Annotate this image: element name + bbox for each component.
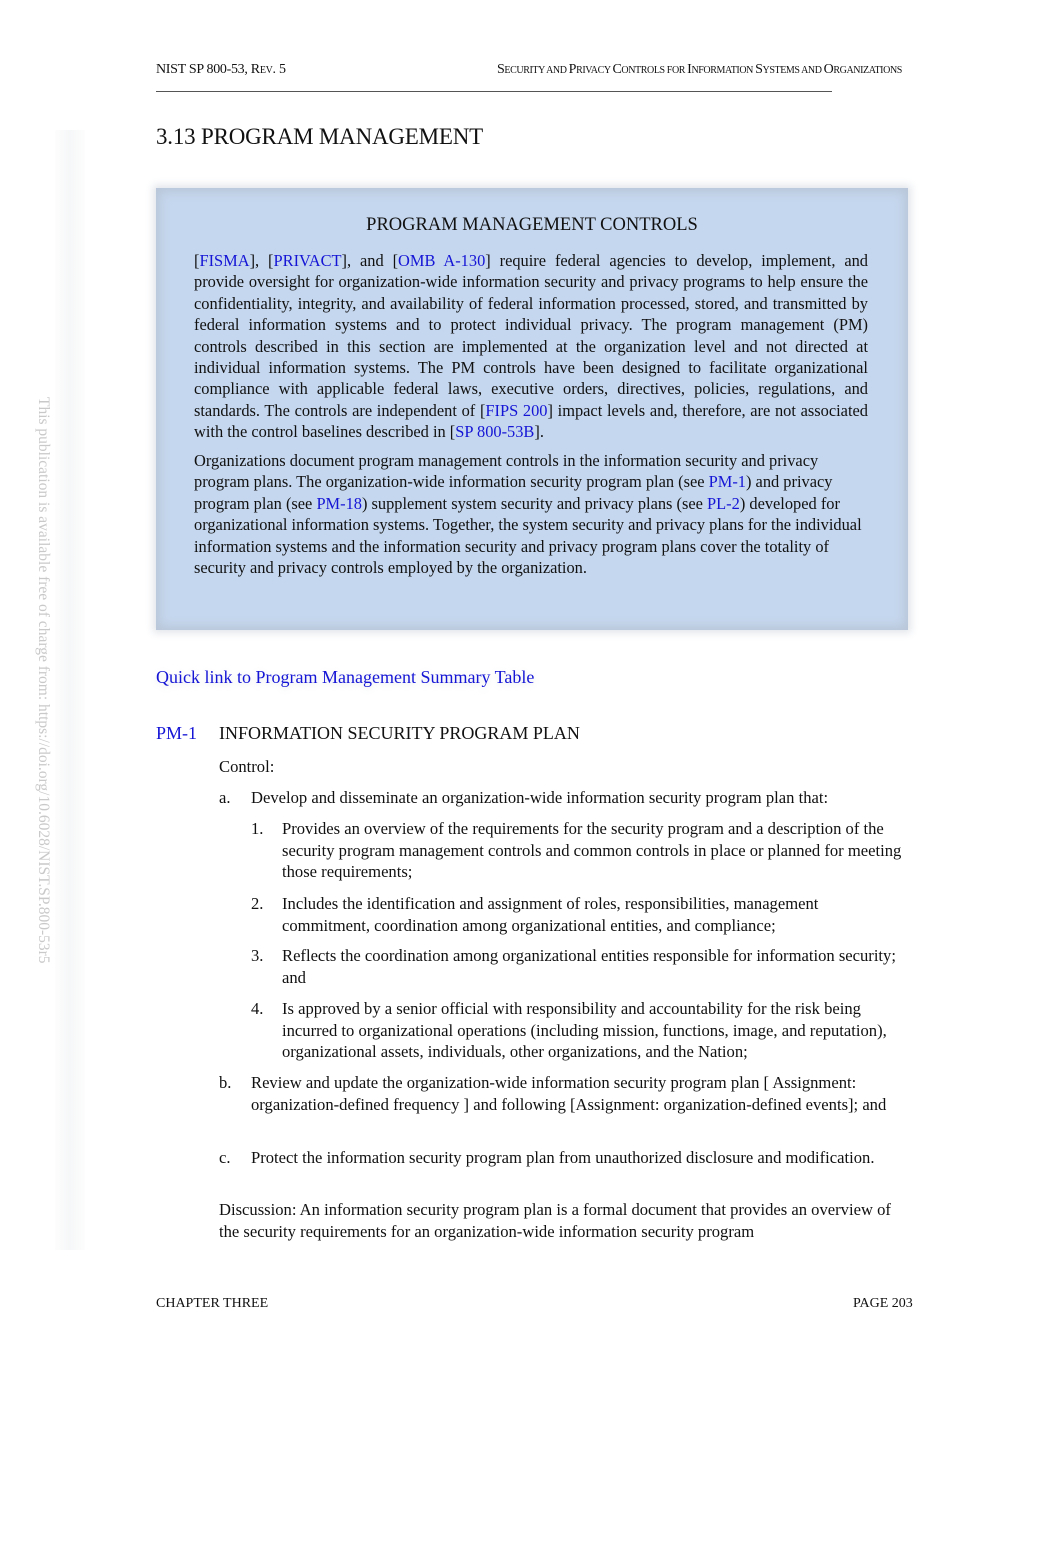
item-b-marker: b. — [219, 1073, 232, 1092]
subitem-2-marker: 2. — [251, 894, 264, 913]
availability-note: This publication is available free of ch… — [35, 397, 52, 964]
running-title-sc: RGANIZATIONS — [833, 65, 902, 76]
ref-link-fisma[interactable]: FISMA — [199, 251, 249, 270]
subitem-1-marker: 1. — [251, 819, 264, 838]
item-a-marker: a. — [219, 788, 231, 807]
subitem-4-text: Is approved by a senior official with re… — [282, 999, 887, 1062]
header-doc-id-smallcaps: EV — [259, 65, 273, 76]
ref-link-pl-2[interactable]: PL-2 — [707, 494, 740, 513]
running-title-cap: S — [755, 62, 763, 77]
footer-chapter: CHAPTER THREE — [156, 1296, 269, 1311]
subitem-2-text: Includes the identification and assignme… — [282, 894, 819, 935]
running-title-sc: ECURITY AND — [504, 65, 569, 76]
ref-link-sp-800-53b[interactable]: SP 800-53B — [455, 422, 534, 441]
intro-box-title: PROGRAM MANAGEMENT CONTROLS — [366, 215, 698, 235]
intro-paragraph-1: [FISMA], [PRIVACT], and [OMB A-130] requ… — [194, 250, 868, 443]
header-doc-id: NIST SP 800-53, REV. 5 — [156, 62, 286, 78]
section-title: 3.13 PROGRAM MANAGEMENT — [156, 124, 484, 149]
intro-paragraph-2: Organizations document program managemen… — [194, 450, 868, 578]
control-title: INFORMATION SECURITY PROGRAM PLAN — [219, 723, 580, 743]
margin-strip — [55, 130, 85, 1250]
header-doc-id-main: NIST SP 800-53, R — [156, 62, 260, 77]
text: ]. — [534, 422, 544, 442]
ref-link-fips-200[interactable]: FIPS 200 — [485, 401, 547, 420]
text: ], [ — [249, 251, 274, 270]
footer-page-number: PAGE 203 — [853, 1296, 913, 1311]
intro-box: PROGRAM MANAGEMENT CONTROLS [FISMA], [PR… — [156, 188, 908, 630]
subitem-1-text: Provides an overview of the requirements… — [282, 819, 902, 882]
item-c-marker: c. — [219, 1148, 231, 1167]
text: ) supplement system security and privacy… — [361, 493, 708, 513]
running-title-cap: P — [568, 62, 577, 77]
discussion-text: Discussion: An information security prog… — [219, 1200, 891, 1241]
ref-link-pm-1[interactable]: PM-1 — [709, 472, 746, 491]
ref-link-pm-18[interactable]: PM-18 — [316, 494, 362, 513]
header-doc-id-tail: . 5 — [272, 62, 286, 77]
item-a-text: Develop and disseminate an organization-… — [251, 788, 829, 807]
running-title-cap: O — [823, 62, 834, 77]
ref-link-omb-a130[interactable]: OMB A-130 — [398, 251, 485, 270]
summary-table-quick-link[interactable]: Quick link to Program Management Summary… — [156, 667, 534, 688]
running-title-sc: YSTEMS AND — [762, 65, 824, 76]
header-rule — [156, 91, 832, 92]
item-b-text: Review and update the organization-wide … — [251, 1073, 887, 1114]
subitem-3-marker: 3. — [251, 946, 264, 965]
ref-link-privact[interactable]: PRIVACT — [274, 251, 342, 270]
text: ], and [ — [341, 251, 399, 270]
control-id-link[interactable]: PM-1 — [156, 723, 197, 744]
control-label: Control: — [219, 757, 275, 776]
text: ] require federal agencies to develop, i… — [194, 251, 869, 420]
running-title-sc: ONTROLS FOR — [621, 65, 688, 76]
subitem-4-marker: 4. — [251, 999, 264, 1018]
running-title-sc: RIVACY — [576, 65, 613, 76]
item-c-text: Protect the information security program… — [251, 1148, 875, 1167]
header-running-title: SECURITY AND PRIVACY CONTROLS FOR INFORM… — [497, 62, 902, 78]
subitem-3-text: Reflects the coordination among organiza… — [282, 946, 896, 987]
running-title-sc: NFORMATION — [691, 65, 756, 76]
